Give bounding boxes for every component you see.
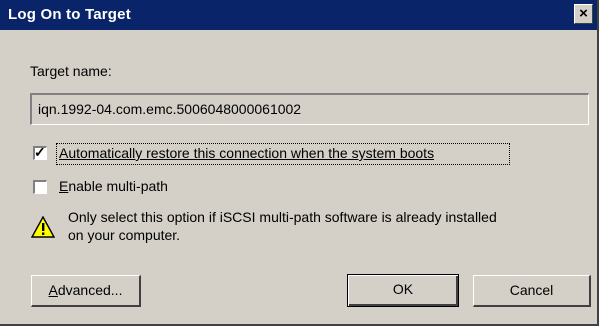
multipath-accel-key: E — [59, 178, 69, 194]
auto-restore-label-text: Automatically restore this connection wh… — [59, 145, 435, 161]
cancel-label: Cancel — [509, 282, 554, 298]
multipath-label-rest: nable multi-path — [68, 178, 168, 194]
cancel-button[interactable]: Cancel — [473, 275, 591, 307]
log-on-to-target-dialog: Log On to Target × Target name: iqn.1992… — [0, 0, 599, 326]
advanced-accel-key: A — [48, 282, 58, 298]
ok-label: OK — [392, 281, 414, 297]
advanced-button[interactable]: Advanced... — [31, 275, 141, 307]
ok-button[interactable]: OK — [347, 274, 459, 307]
auto-restore-checkbox[interactable]: ✓ — [33, 144, 47, 160]
close-icon: × — [579, 5, 588, 22]
warning-icon — [31, 216, 55, 238]
title-bar[interactable]: Log On to Target × — [0, 0, 597, 30]
checkmark-icon: ✓ — [34, 144, 46, 160]
target-name-field[interactable]: iqn.1992-04.com.emc.5006048000061002 — [30, 93, 589, 125]
warning-text-line1: Only select this option if iSCSI multi-p… — [68, 209, 497, 225]
target-name-label: Target name: — [30, 63, 112, 79]
dialog-title: Log On to Target — [8, 6, 131, 23]
warning-text-line2: on your computer. — [68, 227, 181, 243]
advanced-label-rest: dvanced... — [57, 282, 123, 298]
multipath-label[interactable]: Enable multi-path — [59, 178, 168, 194]
multipath-checkbox[interactable] — [33, 180, 47, 194]
close-button[interactable]: × — [574, 4, 593, 24]
target-name-value: iqn.1992-04.com.emc.5006048000061002 — [38, 101, 302, 117]
auto-restore-label[interactable]: Automatically restore this connection wh… — [59, 145, 434, 161]
